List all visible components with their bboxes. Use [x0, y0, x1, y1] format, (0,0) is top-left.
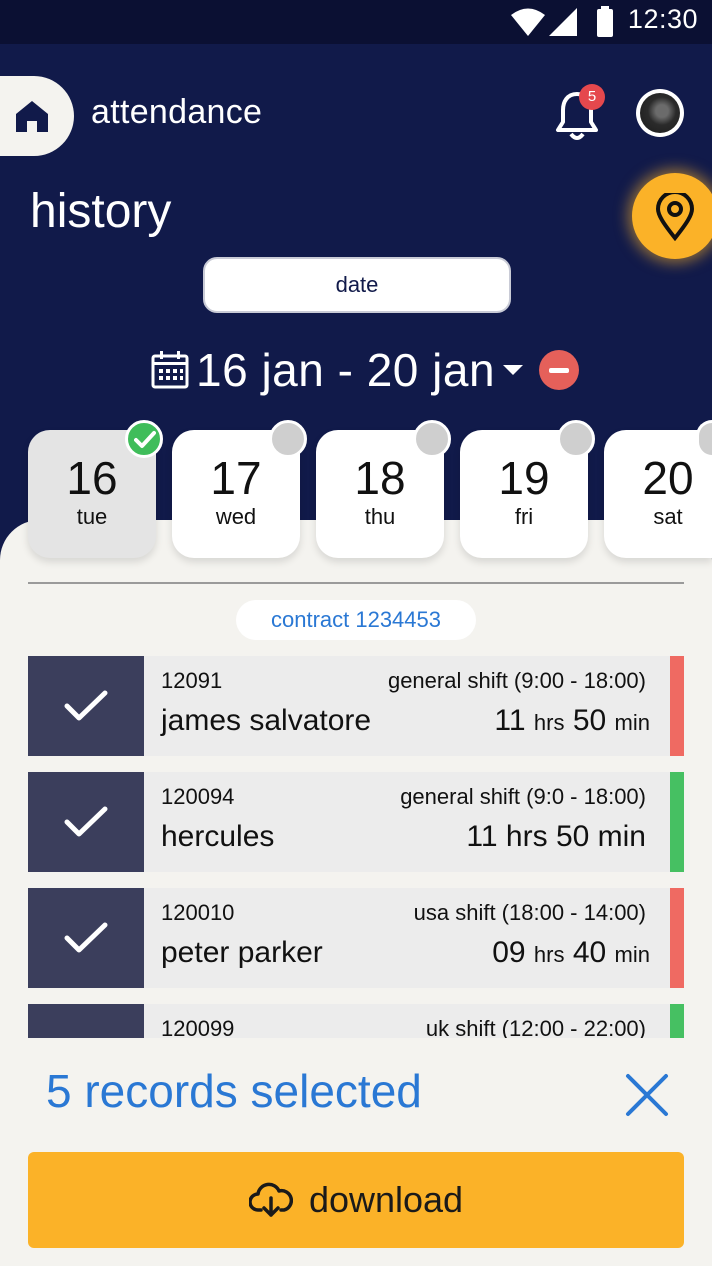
location-pin-icon	[655, 193, 695, 241]
duration: 11 hrs 50 min	[494, 704, 650, 738]
home-icon	[16, 101, 48, 132]
cloud-download-icon	[248, 1182, 293, 1217]
avatar[interactable]	[636, 89, 684, 137]
list-item[interactable]: 120010 usa shift (18:00 - 14:00) peter p…	[28, 888, 684, 988]
date-range-selector[interactable]: 16 jan - 20 jan	[150, 340, 580, 400]
day-unchecked-icon[interactable]	[413, 420, 451, 458]
day-number: 18	[354, 452, 406, 504]
duration-hours: 09	[492, 936, 526, 969]
duration-hours: 11	[466, 820, 498, 853]
employee-id: 120099	[161, 1016, 235, 1038]
hrs-unit: hrs	[533, 942, 565, 967]
duration-minutes: 40	[572, 936, 607, 969]
hrs-unit: hrs	[505, 820, 548, 853]
list-item[interactable]: 120099 uk shift (12:00 - 22:00)	[28, 1004, 684, 1038]
list-item[interactable]: 12091 general shift (9:00 - 18:00) james…	[28, 656, 684, 756]
duration-minutes: 50	[555, 820, 590, 853]
signal-icon	[549, 8, 577, 36]
employee-name: hercules	[161, 820, 275, 853]
day-name: fri	[514, 504, 534, 529]
check-icon	[64, 922, 108, 953]
shift-label: usa shift (18:00 - 14:00)	[413, 900, 646, 925]
wifi-icon	[511, 8, 545, 36]
employee-name: peter parker	[161, 936, 323, 969]
day-number: 19	[498, 452, 550, 504]
clock: 12:30	[627, 4, 698, 34]
day-unchecked-icon[interactable]	[557, 420, 595, 458]
day-number: 16	[66, 452, 118, 504]
remove-range-button[interactable]	[539, 350, 580, 390]
day-card[interactable]: 20 sat	[604, 430, 712, 558]
min-unit: min	[597, 820, 646, 853]
min-unit: min	[614, 710, 650, 735]
contract-chip[interactable]: contract 1234453	[236, 600, 476, 640]
status-bar: 12:30	[0, 0, 712, 44]
record-checkbox[interactable]	[28, 1004, 144, 1038]
employee-name: james salvatore	[161, 704, 372, 737]
date-filter-button[interactable]: date	[203, 257, 511, 313]
date-range-text: 16 jan - 20 jan	[196, 344, 496, 396]
employee-id: 120094	[161, 784, 235, 809]
status-indicator	[670, 888, 684, 988]
duration-minutes: 50	[572, 704, 607, 737]
duration: 09 hrs 40 min	[492, 936, 650, 970]
record-checkbox[interactable]	[28, 888, 144, 988]
status-indicator	[670, 772, 684, 872]
employee-id: 12091	[161, 668, 223, 693]
day-name: thu	[364, 504, 396, 529]
status-indicator	[670, 656, 684, 756]
chevron-down-icon[interactable]	[503, 365, 524, 375]
records-list: 12091 general shift (9:00 - 18:00) james…	[28, 656, 684, 1038]
avatar-image	[640, 93, 680, 133]
battery-icon	[597, 6, 613, 37]
day-name: tue	[76, 504, 108, 529]
status-indicator	[670, 1004, 684, 1038]
page-title: history	[30, 185, 172, 238]
location-button[interactable]	[632, 173, 712, 259]
day-name: sat	[653, 504, 683, 529]
download-button[interactable]: download	[28, 1152, 684, 1248]
divider	[28, 582, 684, 584]
day-checked-icon[interactable]	[125, 420, 163, 458]
selection-bar: 5 records selected download	[0, 1038, 712, 1266]
app-title: attendance	[91, 93, 263, 131]
shift-label: general shift (9:0 - 18:00)	[400, 784, 646, 809]
duration: 11 hrs 50 min	[466, 820, 646, 854]
calendar-icon	[151, 351, 189, 389]
day-name: wed	[215, 504, 257, 529]
record-checkbox[interactable]	[28, 656, 144, 756]
duration-hours: 11	[494, 704, 526, 737]
notification-badge: 5	[579, 84, 605, 110]
selection-summary: 5 records selected	[46, 1065, 422, 1117]
hrs-unit: hrs	[533, 710, 565, 735]
min-unit: min	[614, 942, 650, 967]
check-icon	[64, 806, 108, 837]
check-icon	[64, 690, 108, 721]
list-item[interactable]: 120094 general shift (9:0 - 18:00) hercu…	[28, 772, 684, 872]
day-number: 20	[642, 452, 694, 504]
shift-label: general shift (9:00 - 18:00)	[387, 668, 646, 693]
day-unchecked-icon[interactable]	[269, 420, 307, 458]
record-checkbox[interactable]	[28, 772, 144, 872]
close-icon[interactable]	[624, 1072, 670, 1118]
shift-label: uk shift (12:00 - 22:00)	[425, 1016, 646, 1038]
day-number: 17	[210, 452, 262, 504]
employee-id: 120010	[161, 900, 235, 925]
download-label: download	[308, 1179, 464, 1220]
